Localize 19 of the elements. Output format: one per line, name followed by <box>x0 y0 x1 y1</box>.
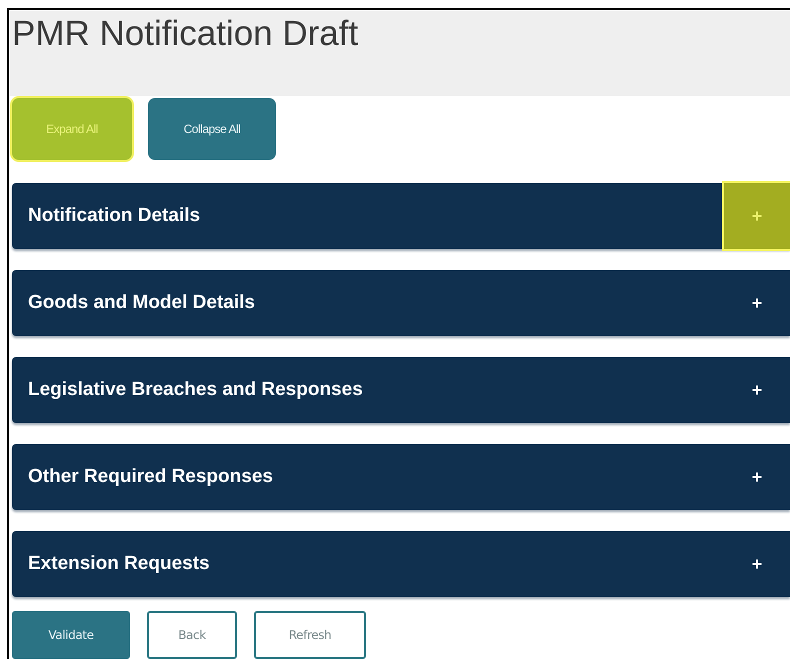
accordion-header[interactable]: Other Required Responses + <box>12 444 790 510</box>
expand-toggle-button[interactable]: + <box>724 270 790 336</box>
accordion-header[interactable]: Notification Details + <box>12 183 790 249</box>
collapse-all-button[interactable]: Collapse All <box>148 98 276 160</box>
expand-toggle-button[interactable]: + <box>724 531 790 597</box>
section-title: Goods and Model Details <box>27 292 256 314</box>
section-title: Notification Details <box>27 205 202 227</box>
section-title: Extension Requests <box>27 553 211 575</box>
section-title: Legislative Breaches and Responses <box>27 379 364 401</box>
page-title: PMR Notification Draft <box>12 14 358 54</box>
action-button[interactable]: Back <box>147 611 237 659</box>
accordion-header[interactable]: Legislative Breaches and Responses + <box>12 357 790 423</box>
accordion-header[interactable]: Extension Requests + <box>12 531 790 597</box>
expand-toggle-button[interactable]: + <box>724 357 790 423</box>
section-title: Other Required Responses <box>27 466 274 488</box>
expand-toggle-button[interactable]: + <box>724 444 790 510</box>
action-button[interactable]: Validate <box>12 611 130 659</box>
accordion-header[interactable]: Goods and Model Details + <box>12 270 790 336</box>
action-button[interactable]: Refresh <box>254 611 366 659</box>
